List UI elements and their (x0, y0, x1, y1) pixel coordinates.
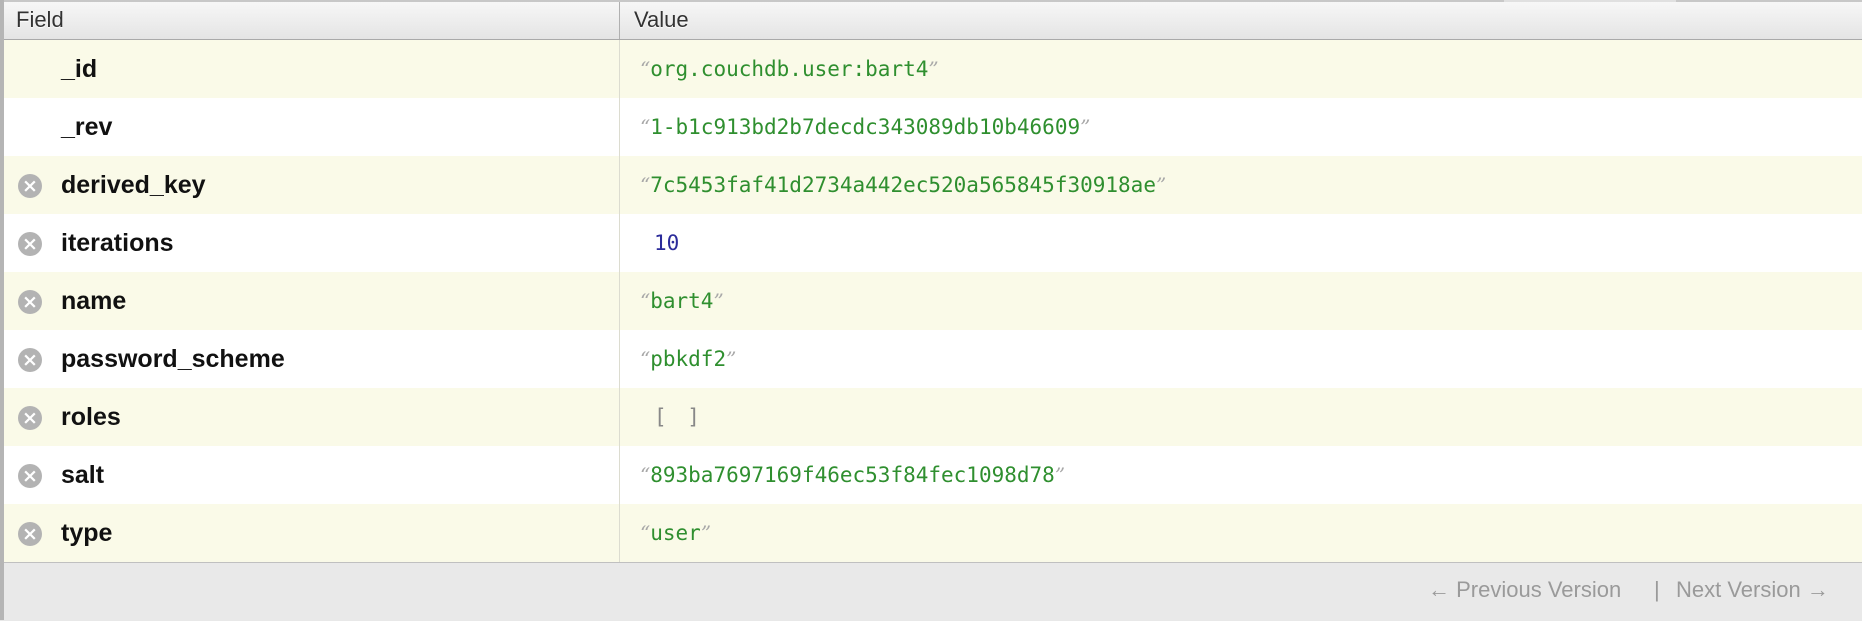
field-value[interactable]: “user” (640, 504, 711, 562)
field-name[interactable]: iterations (61, 214, 174, 272)
field-name[interactable]: name (61, 272, 126, 330)
column-divider (619, 446, 620, 504)
string-value: pbkdf2 (650, 347, 727, 371)
delete-icon[interactable]: × (18, 232, 42, 256)
field-name[interactable]: roles (61, 388, 121, 446)
open-quote: “ (640, 57, 651, 81)
column-divider (619, 214, 620, 272)
version-navigation: ← Previous Version | Next Version → (4, 562, 1862, 621)
column-divider (619, 388, 620, 446)
delete-icon[interactable]: × (18, 290, 42, 314)
field-value[interactable]: 10 (640, 214, 679, 272)
open-quote: “ (640, 173, 651, 197)
field-value[interactable]: “org.couchdb.user:bart4” (640, 40, 939, 98)
delete-icon[interactable]: × (18, 522, 42, 546)
field-value[interactable]: [ ] (640, 388, 704, 446)
column-divider (619, 2, 620, 39)
column-divider (619, 504, 620, 562)
column-divider (619, 156, 620, 214)
column-divider (619, 40, 620, 98)
field-name[interactable]: _rev (61, 98, 112, 156)
document-fields-panel: Field Value _id “org.couchdb.user:bart4” _… (0, 0, 1862, 620)
string-value: 1-b1c913bd2b7decdc343089db10b46609 (650, 115, 1081, 139)
column-header-value[interactable]: Value (634, 2, 689, 39)
table-row[interactable]: × type “user” (4, 504, 1862, 562)
array-value: [ ] (654, 405, 704, 429)
field-value[interactable]: “893ba7697169f46ec53f84fec1098d78” (640, 446, 1065, 504)
delete-icon[interactable]: × (18, 174, 42, 198)
delete-icon[interactable]: × (18, 348, 42, 372)
field-value[interactable]: “bart4” (640, 272, 724, 330)
table-row[interactable]: × salt “893ba7697169f46ec53f84fec1098d78” (4, 446, 1862, 504)
table-row[interactable]: _id “org.couchdb.user:bart4” (4, 40, 1862, 98)
table-row[interactable]: × name “bart4” (4, 272, 1862, 330)
version-separator: | (1654, 577, 1660, 602)
table-row[interactable]: × roles [ ] (4, 388, 1862, 446)
string-value: 893ba7697169f46ec53f84fec1098d78 (650, 463, 1055, 487)
string-value: 7c5453faf41d2734a442ec520a565845f30918ae (650, 173, 1156, 197)
close-quote: ” (1080, 115, 1091, 139)
string-value: user (650, 521, 701, 545)
close-quote: ” (713, 289, 724, 313)
field-value[interactable]: “1-b1c913bd2b7decdc343089db10b46609” (640, 98, 1090, 156)
open-quote: “ (640, 115, 651, 139)
number-value: 10 (654, 231, 680, 255)
field-name[interactable]: type (61, 504, 112, 562)
field-name[interactable]: salt (61, 446, 104, 504)
delete-icon[interactable]: × (18, 464, 42, 488)
field-table-body: _id “org.couchdb.user:bart4” _rev “1-b1c913… (4, 40, 1862, 562)
close-quote: ” (726, 347, 737, 371)
field-name[interactable]: password_scheme (61, 330, 285, 388)
string-value: org.couchdb.user:bart4 (650, 57, 929, 81)
column-header-field[interactable]: Field (16, 2, 64, 39)
previous-version-link[interactable]: ← Previous Version (1428, 575, 1621, 605)
close-quote: ” (928, 57, 939, 81)
open-quote: “ (640, 289, 651, 313)
open-quote: “ (640, 463, 651, 487)
open-quote: “ (640, 347, 651, 371)
field-value[interactable]: “pbkdf2” (640, 330, 736, 388)
delete-icon[interactable]: × (18, 406, 42, 430)
next-version-link[interactable]: Next Version → (1676, 575, 1829, 605)
table-header: Field Value (4, 2, 1862, 40)
open-quote: “ (640, 521, 651, 545)
column-divider (619, 272, 620, 330)
close-quote: ” (1155, 173, 1167, 197)
field-value[interactable]: “7c5453faf41d2734a442ec520a565845f30918a… (640, 156, 1166, 214)
table-row[interactable]: × iterations 10 (4, 214, 1862, 272)
close-quote: ” (700, 521, 712, 545)
table-row[interactable]: × derived_key “7c5453faf41d2734a442ec520a5… (4, 156, 1862, 214)
table-row[interactable]: _rev “1-b1c913bd2b7decdc343089db10b46609” (4, 98, 1862, 156)
table-row[interactable]: × password_scheme “pbkdf2” (4, 330, 1862, 388)
string-value: bart4 (650, 289, 714, 313)
column-divider (619, 330, 620, 388)
close-quote: ” (1054, 463, 1066, 487)
column-divider (619, 98, 620, 156)
field-name[interactable]: _id (61, 40, 97, 98)
field-name[interactable]: derived_key (61, 156, 206, 214)
